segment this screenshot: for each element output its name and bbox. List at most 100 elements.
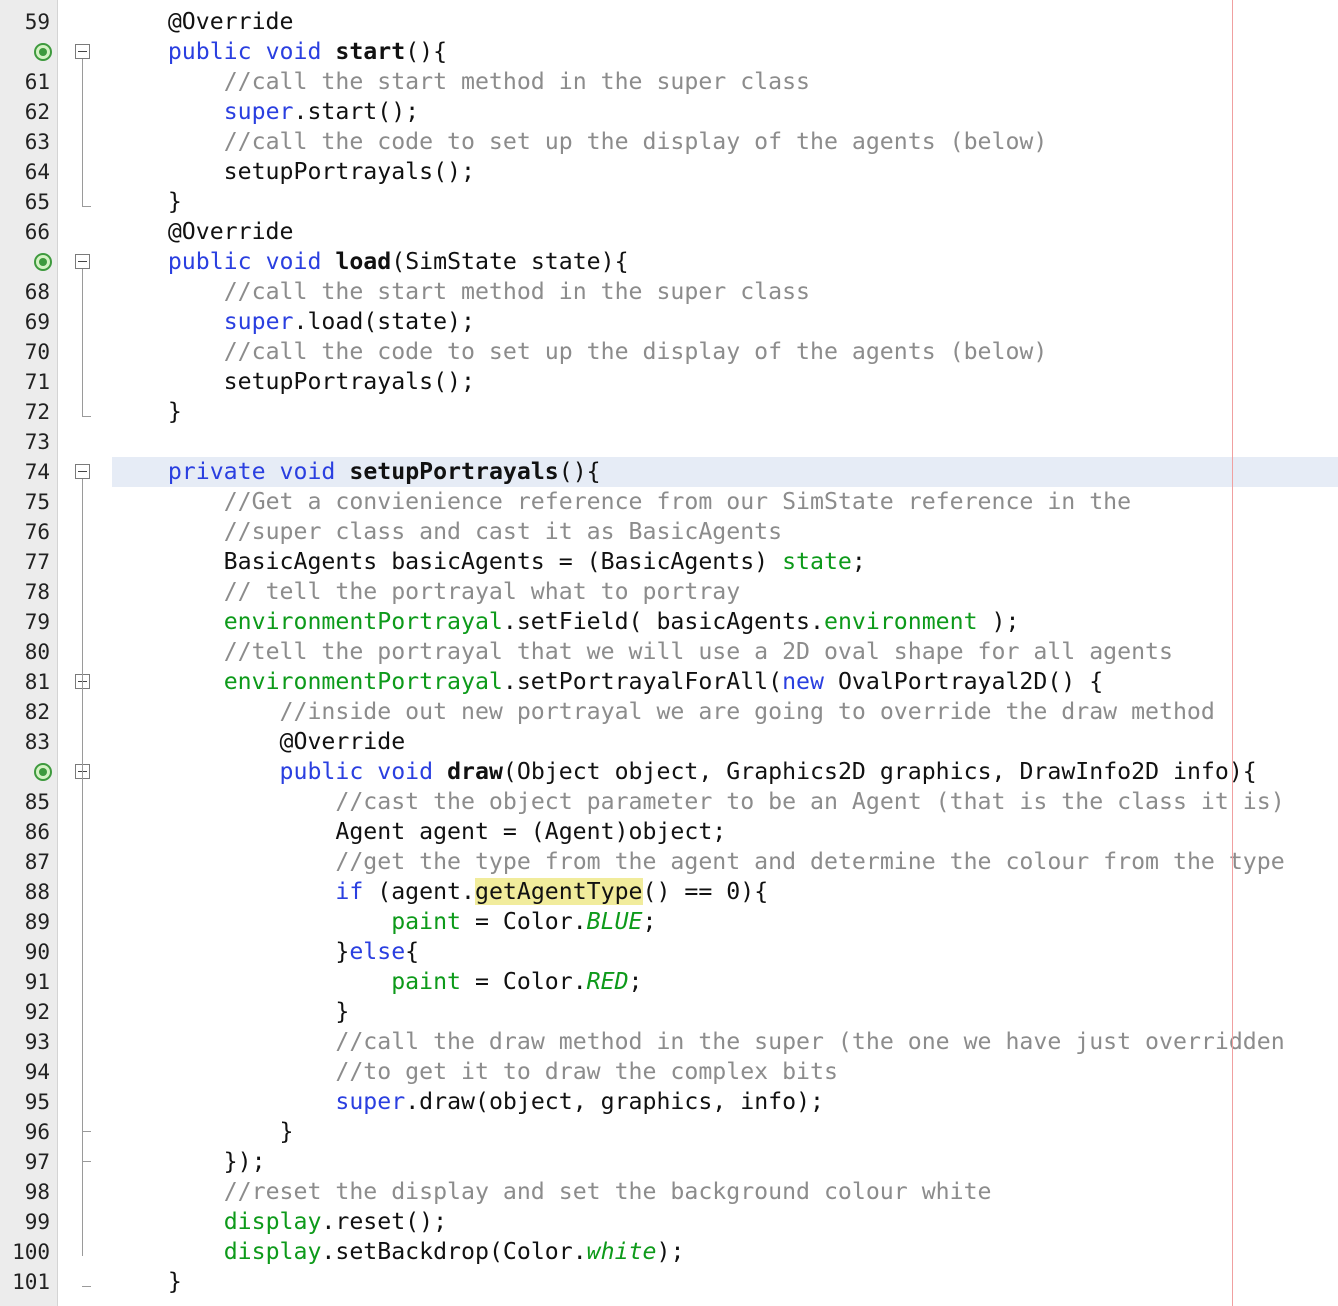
- code-line[interactable]: 81 environmentPortrayal.setPortrayalForA…: [0, 667, 1338, 697]
- code-token-keyword: super: [335, 1088, 406, 1115]
- fold-toggle-icon[interactable]: [75, 464, 90, 479]
- code-line[interactable]: 86 Agent agent = (Agent)object;: [0, 817, 1338, 847]
- line-number[interactable]: 71: [0, 367, 50, 397]
- code-line[interactable]: 65 }: [0, 187, 1338, 217]
- line-number[interactable]: 89: [0, 907, 50, 937]
- code-line[interactable]: 99 display.reset();: [0, 1207, 1338, 1237]
- code-line[interactable]: 97 });: [0, 1147, 1338, 1177]
- code-line[interactable]: 82 //inside out new portrayal we are goi…: [0, 697, 1338, 727]
- line-number[interactable]: 59: [0, 7, 50, 37]
- code-line[interactable]: 96 }: [0, 1117, 1338, 1147]
- line-number[interactable]: 64: [0, 157, 50, 187]
- line-number[interactable]: 66: [0, 217, 50, 247]
- line-number[interactable]: 62: [0, 97, 50, 127]
- code-line[interactable]: 59 @Override: [0, 7, 1338, 37]
- code-line[interactable]: 95 super.draw(object, graphics, info);: [0, 1087, 1338, 1117]
- code-token-keyword: private: [167, 458, 266, 485]
- fold-toggle-icon[interactable]: [75, 44, 90, 59]
- code-token-code-text: [112, 1028, 335, 1055]
- code-line[interactable]: 91 paint = Color.RED;: [0, 967, 1338, 997]
- line-number[interactable]: 77: [0, 547, 50, 577]
- line-number[interactable]: 68: [0, 277, 50, 307]
- line-number[interactable]: 83: [0, 727, 50, 757]
- code-line[interactable]: 68 //call the start method in the super …: [0, 277, 1338, 307]
- code-line[interactable]: 79 environmentPortrayal.setField( basicA…: [0, 607, 1338, 637]
- code-token-code-text: [112, 638, 224, 665]
- code-line[interactable]: 100 display.setBackdrop(Color.white);: [0, 1237, 1338, 1267]
- code-line[interactable]: 85 //cast the object parameter to be an …: [0, 787, 1338, 817]
- code-line[interactable]: 92 }: [0, 997, 1338, 1027]
- code-line[interactable]: public void draw(Object object, Graphics…: [0, 757, 1338, 787]
- line-number[interactable]: 85: [0, 787, 50, 817]
- line-number[interactable]: 78: [0, 577, 50, 607]
- line-number[interactable]: 96: [0, 1117, 50, 1147]
- code-line[interactable]: 66 @Override: [0, 217, 1338, 247]
- line-number[interactable]: 86: [0, 817, 50, 847]
- code-line[interactable]: 75 //Get a convienience reference from o…: [0, 487, 1338, 517]
- code-line[interactable]: 88 if (agent.getAgentType() == 0){: [0, 877, 1338, 907]
- code-line[interactable]: 90 }else{: [0, 937, 1338, 967]
- code-line[interactable]: 63 //call the code to set up the display…: [0, 127, 1338, 157]
- line-number[interactable]: 74: [0, 457, 50, 487]
- line-number[interactable]: 92: [0, 997, 50, 1027]
- code-line[interactable]: 71 setupPortrayals();: [0, 367, 1338, 397]
- line-number[interactable]: 100: [0, 1237, 50, 1267]
- code-line[interactable]: 98 //reset the display and set the backg…: [0, 1177, 1338, 1207]
- line-number[interactable]: 88: [0, 877, 50, 907]
- code-line[interactable]: 89 paint = Color.BLUE;: [0, 907, 1338, 937]
- code-line[interactable]: 73: [0, 427, 1338, 457]
- line-number[interactable]: 95: [0, 1087, 50, 1117]
- fold-end-marker: [82, 1161, 91, 1162]
- code-line[interactable]: 87 //get the type from the agent and det…: [0, 847, 1338, 877]
- code-line[interactable]: 83 @Override: [0, 727, 1338, 757]
- code-line[interactable]: 76 //super class and cast it as BasicAge…: [0, 517, 1338, 547]
- override-indicator-icon[interactable]: [34, 253, 52, 271]
- line-number[interactable]: 81: [0, 667, 50, 697]
- line-number[interactable]: 87: [0, 847, 50, 877]
- code-line[interactable]: 72 }: [0, 397, 1338, 427]
- code-line[interactable]: 101 }: [0, 1267, 1338, 1297]
- code-line[interactable]: 62 super.start();: [0, 97, 1338, 127]
- line-number[interactable]: 79: [0, 607, 50, 637]
- line-number[interactable]: 70: [0, 337, 50, 367]
- line-number[interactable]: 98: [0, 1177, 50, 1207]
- line-number[interactable]: 90: [0, 937, 50, 967]
- code-content: @Override: [112, 217, 294, 247]
- line-number[interactable]: 72: [0, 397, 50, 427]
- line-number[interactable]: 61: [0, 67, 50, 97]
- line-number[interactable]: 69: [0, 307, 50, 337]
- code-content: @Override: [112, 7, 294, 37]
- code-line[interactable]: 64 setupPortrayals();: [0, 157, 1338, 187]
- code-line[interactable]: 80 //tell the portrayal that we will use…: [0, 637, 1338, 667]
- code-line[interactable]: 61 //call the start method in the super …: [0, 67, 1338, 97]
- line-number[interactable]: 93: [0, 1027, 50, 1057]
- code-line[interactable]: 77 BasicAgents basicAgents = (BasicAgent…: [0, 547, 1338, 577]
- code-line[interactable]: 74 private void setupPortrayals(){: [0, 457, 1338, 487]
- line-number[interactable]: 76: [0, 517, 50, 547]
- line-number[interactable]: 101: [0, 1267, 50, 1297]
- line-number[interactable]: 63: [0, 127, 50, 157]
- code-line[interactable]: 78 // tell the portrayal what to portray: [0, 577, 1338, 607]
- line-number[interactable]: 65: [0, 187, 50, 217]
- code-token-code-text: = Color.: [461, 908, 587, 935]
- code-line[interactable]: public void start(){: [0, 37, 1338, 67]
- code-token-comment: //reset the display and set the backgrou…: [223, 1178, 992, 1205]
- code-line[interactable]: 94 //to get it to draw the complex bits: [0, 1057, 1338, 1087]
- override-indicator-icon[interactable]: [34, 763, 52, 781]
- code-token-code-text: [112, 878, 335, 905]
- line-number[interactable]: 99: [0, 1207, 50, 1237]
- line-number[interactable]: 80: [0, 637, 50, 667]
- code-line[interactable]: public void load(SimState state){: [0, 247, 1338, 277]
- line-number[interactable]: 94: [0, 1057, 50, 1087]
- line-number[interactable]: 73: [0, 427, 50, 457]
- override-indicator-icon[interactable]: [34, 43, 52, 61]
- line-number[interactable]: 97: [0, 1147, 50, 1177]
- code-line[interactable]: 70 //call the code to set up the display…: [0, 337, 1338, 367]
- code-line[interactable]: 69 super.load(state);: [0, 307, 1338, 337]
- code-line[interactable]: 93 //call the draw method in the super (…: [0, 1027, 1338, 1057]
- line-number[interactable]: 82: [0, 697, 50, 727]
- line-number[interactable]: 91: [0, 967, 50, 997]
- fold-toggle-icon[interactable]: [75, 254, 90, 269]
- line-number[interactable]: 75: [0, 487, 50, 517]
- code-token-code-text: [112, 578, 224, 605]
